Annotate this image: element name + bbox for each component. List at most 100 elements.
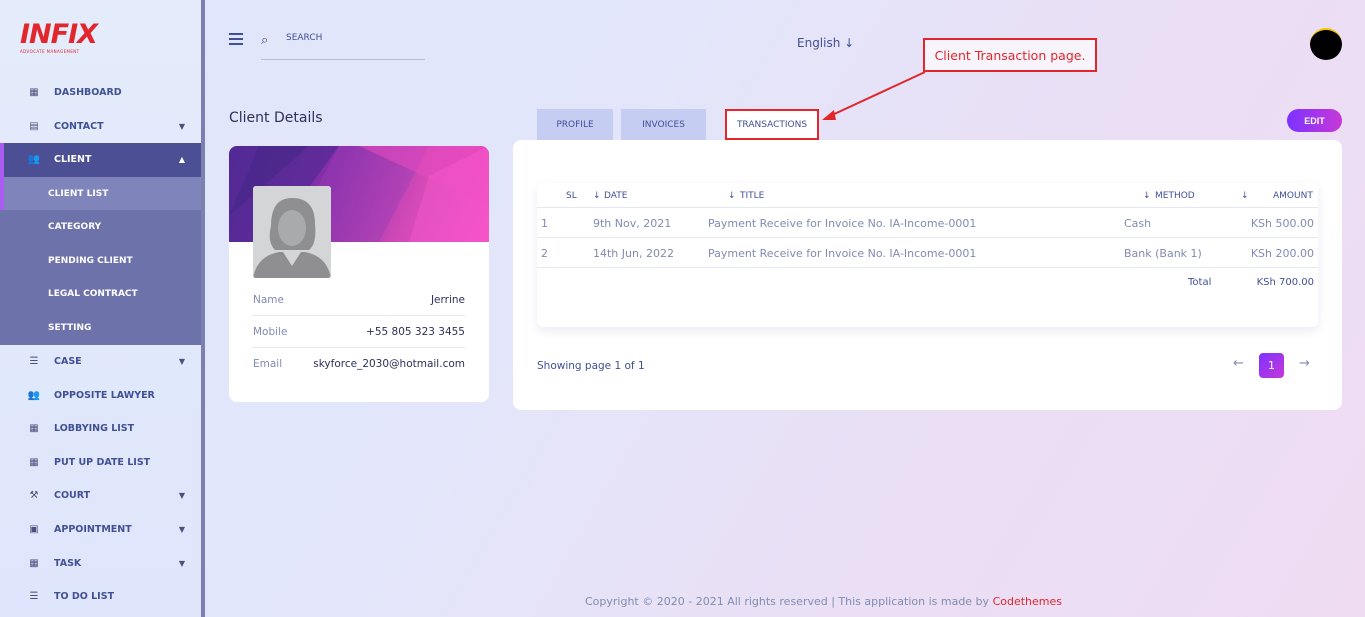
sidebar-nav: ▦ DASHBOARD ▤ CONTACT ▼ 👥 CLIENT ▲ CLIEN… xyxy=(0,76,201,614)
col-sl[interactable]: SL xyxy=(566,191,577,201)
table-row: 1 9th Nov, 2021 Payment Receive for Invo… xyxy=(537,208,1318,238)
grid-icon: ▦ xyxy=(29,87,39,99)
name-label: Name xyxy=(253,293,284,306)
table-total-row: Total KSh 700.00 xyxy=(537,268,1318,298)
sidebar-item-lobbying-list[interactable]: ▦ LOBBYING LIST xyxy=(0,412,201,446)
sidebar-item-opposite-lawyer[interactable]: 👥 OPPOSITE LAWYER xyxy=(0,378,201,412)
calendar-icon: ▣ xyxy=(29,524,39,536)
client-submenu: CLIENT LIST CATEGORY PENDING CLIENT LEGA… xyxy=(0,176,201,345)
sidebar-item-contact[interactable]: ▤ CONTACT ▼ xyxy=(0,110,201,144)
sidebar-item-label: TO DO LIST xyxy=(54,591,115,603)
tab-invoices[interactable]: INVOICES xyxy=(621,109,706,141)
profile-info: Name Jerrine Mobile +55 805 323 3455 Ema… xyxy=(253,284,465,380)
mobile-value: +55 805 323 3455 xyxy=(366,325,465,338)
cell-sl: 2 xyxy=(541,247,548,260)
arrow-left-icon[interactable]: ← xyxy=(1233,356,1244,371)
sort-arrow-icon[interactable]: ↓ xyxy=(593,191,601,201)
chevron-down-icon: ▼ xyxy=(178,121,185,131)
email-label: Email xyxy=(253,358,283,370)
logo-mark: INFIX xyxy=(20,19,98,50)
name-value: Jerrine xyxy=(430,293,465,306)
chevron-down-icon: ▼ xyxy=(178,525,185,535)
list-icon: ☰ xyxy=(29,591,39,603)
sidebar-item-case[interactable]: ☰ CASE ▼ xyxy=(0,345,201,379)
profile-row-name: Name Jerrine xyxy=(253,284,465,316)
footer: Copyright © 2020 - 2021 All rights reser… xyxy=(585,595,1062,608)
sidebar-item-dashboard[interactable]: ▦ DASHBOARD xyxy=(0,76,201,110)
cell-date: 14th Jun, 2022 xyxy=(593,247,674,260)
sort-arrow-icon[interactable]: ↓ xyxy=(1143,191,1151,201)
sort-arrow-icon[interactable]: ↓ xyxy=(1241,191,1249,201)
sidebar-item-to-do-list[interactable]: ☰ TO DO LIST xyxy=(0,580,201,614)
chevron-up-icon: ▲ xyxy=(178,155,185,165)
chevron-down-icon: ▼ xyxy=(178,491,185,501)
submenu-item-setting[interactable]: SETTING xyxy=(0,311,201,345)
sidebar-item-put-up-date-list[interactable]: ▦ PUT UP DATE LIST xyxy=(0,446,201,480)
gavel-icon: ⚒ xyxy=(29,490,39,502)
sidebar-item-label: DASHBOARD xyxy=(54,87,122,99)
cell-title: Payment Receive for Invoice No. IA-Incom… xyxy=(708,247,977,260)
search-input[interactable] xyxy=(286,33,421,43)
chevron-down-icon: ▼ xyxy=(178,558,185,568)
chevron-down-icon: ▼ xyxy=(178,357,185,367)
email-value: skyforce_2030@hotmail.com xyxy=(313,358,465,370)
arrow-down-icon: ↓ xyxy=(844,36,855,50)
grid-icon: ▦ xyxy=(29,557,39,569)
language-label: English xyxy=(797,36,841,50)
arrow-right-icon[interactable]: → xyxy=(1299,356,1310,371)
pagination-page-1[interactable]: 1 xyxy=(1259,353,1284,378)
sidebar-item-label: APPOINTMENT xyxy=(54,524,132,536)
annotation-callout: Client Transaction page. xyxy=(923,38,1097,72)
col-title[interactable]: TITLE xyxy=(740,191,764,201)
submenu-item-pending-client[interactable]: PENDING CLIENT xyxy=(0,244,201,278)
page-title: Client Details xyxy=(229,110,323,126)
transactions-panel: SL ↓ DATE ↓ TITLE ↓ METHOD ↓ AMOUNT 1 9t… xyxy=(513,140,1342,410)
search-icon: ⌕ xyxy=(261,33,269,48)
profile-row-mobile: Mobile +55 805 323 3455 xyxy=(253,316,465,348)
grid-icon: ▦ xyxy=(29,456,39,468)
sidebar-item-label: CLIENT xyxy=(54,154,92,166)
sidebar-item-label: CASE xyxy=(54,356,82,368)
cell-title: Payment Receive for Invoice No. IA-Incom… xyxy=(708,217,977,230)
sidebar-item-appointment[interactable]: ▣ APPOINTMENT ▼ xyxy=(0,513,201,547)
transactions-table: SL ↓ DATE ↓ TITLE ↓ METHOD ↓ AMOUNT 1 9t… xyxy=(537,183,1318,327)
sort-arrow-icon[interactable]: ↓ xyxy=(728,191,736,201)
table-header: SL ↓ DATE ↓ TITLE ↓ METHOD ↓ AMOUNT xyxy=(537,183,1318,208)
sidebar-item-client[interactable]: 👥 CLIENT ▲ xyxy=(0,143,201,177)
avatar[interactable] xyxy=(1310,28,1342,60)
col-date[interactable]: DATE xyxy=(604,191,627,201)
users-icon: 👥 xyxy=(27,154,41,166)
tab-transactions[interactable]: TRANSACTIONS xyxy=(725,109,819,140)
sidebar: INFIX ADVOCATE MANAGEMENT ▦ DASHBOARD ▤ … xyxy=(0,0,205,617)
profile-row-email: Email skyforce_2030@hotmail.com xyxy=(253,348,465,380)
menu-toggle-icon[interactable] xyxy=(229,33,243,45)
total-value: KSh 700.00 xyxy=(1256,277,1314,288)
users-icon: 👥 xyxy=(27,389,41,401)
language-select[interactable]: English ↓ xyxy=(797,36,854,50)
cell-method: Cash xyxy=(1124,217,1152,230)
submenu-item-client-list[interactable]: CLIENT LIST xyxy=(0,176,201,211)
sidebar-item-task[interactable]: ▦ TASK ▼ xyxy=(0,546,201,580)
sidebar-item-court[interactable]: ⚒ COURT ▼ xyxy=(0,479,201,513)
sidebar-item-label: TASK xyxy=(54,557,82,569)
cell-date: 9th Nov, 2021 xyxy=(593,217,672,230)
col-amount[interactable]: AMOUNT xyxy=(1273,191,1313,201)
contact-book-icon: ▤ xyxy=(29,120,39,132)
submenu-item-category[interactable]: CATEGORY xyxy=(0,210,201,244)
col-method[interactable]: METHOD xyxy=(1155,191,1195,201)
profile-photo xyxy=(253,186,331,278)
tab-profile[interactable]: PROFILE xyxy=(537,109,613,141)
cell-amount: KSh 200.00 xyxy=(1250,247,1314,260)
sidebar-item-label: PUT UP DATE LIST xyxy=(54,456,151,468)
table-row: 2 14th Jun, 2022 Payment Receive for Inv… xyxy=(537,238,1318,268)
cell-method: Bank (Bank 1) xyxy=(1124,247,1202,260)
list-icon: ☰ xyxy=(29,356,39,368)
footer-brand-link[interactable]: Codethemes xyxy=(993,595,1062,608)
edit-button[interactable]: EDIT xyxy=(1287,109,1342,132)
sidebar-item-label: COURT xyxy=(54,490,91,502)
grid-icon: ▦ xyxy=(29,423,39,435)
sidebar-item-label: CONTACT xyxy=(54,120,104,132)
submenu-item-legal-contract[interactable]: LEGAL CONTRACT xyxy=(0,278,201,312)
app-logo[interactable]: INFIX ADVOCATE MANAGEMENT xyxy=(20,19,98,55)
profile-card: Name Jerrine Mobile +55 805 323 3455 Ema… xyxy=(229,146,489,402)
